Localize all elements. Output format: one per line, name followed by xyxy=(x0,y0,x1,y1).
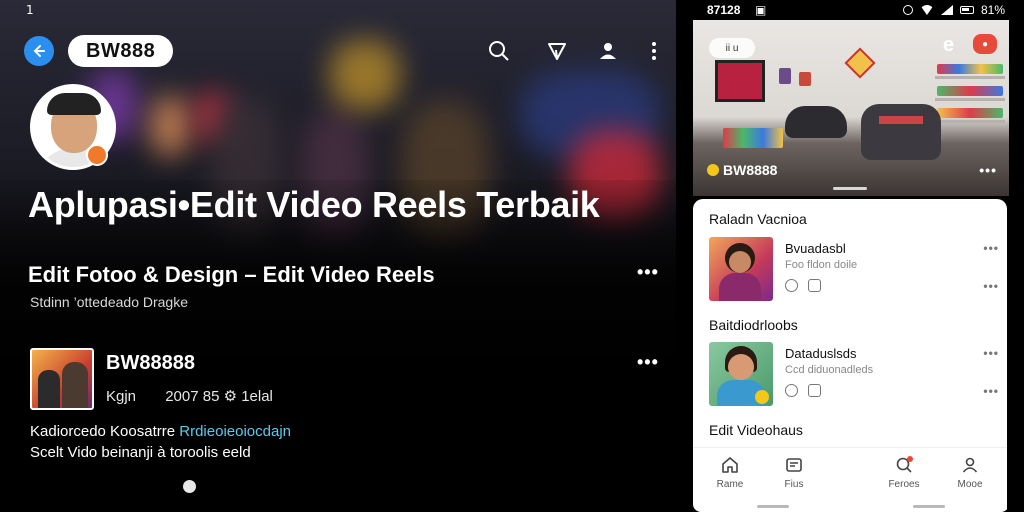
account-name[interactable]: BW88888 xyxy=(106,352,195,375)
share-icon[interactable] xyxy=(808,279,821,292)
nav-inbox[interactable]: Fius xyxy=(769,456,819,490)
description-link[interactable]: Rrdieoieoiocdajn xyxy=(179,423,291,440)
section-title-2: Baitdiodrloobs xyxy=(709,317,798,333)
list-item[interactable]: Bvuadasbl Foo fldon doile ••• ••• xyxy=(709,237,999,305)
hero-brand-label: BW8888 xyxy=(723,162,778,178)
hero-brand[interactable]: BW8888 xyxy=(707,162,777,178)
nav-label: Mooe xyxy=(957,479,983,490)
list-item-title: Dataduslsds xyxy=(785,346,857,361)
list-item-thumbnail xyxy=(709,237,773,301)
profile-icon xyxy=(961,456,979,474)
arrow-left-icon xyxy=(33,45,45,57)
section-title-3: Edit Videohaus xyxy=(709,422,803,438)
search-icon[interactable] xyxy=(486,38,512,64)
right-screen: 87128 ▣ 81% ii u e ● BW8888 ••• Raladn V… xyxy=(693,0,1009,512)
alarm-icon-right xyxy=(902,5,913,15)
tv-art xyxy=(715,60,765,102)
list-item-title: Bvuadasbl xyxy=(785,241,846,256)
page-title: Aplupasi•Edit Video Reels Terbaik xyxy=(28,184,600,225)
nav-label: Feroes xyxy=(888,479,920,490)
system-nav-bar xyxy=(693,503,1007,512)
left-screen: 1 83% BW888 xyxy=(0,0,676,512)
wifi-icon-right xyxy=(919,5,934,15)
coin-icon xyxy=(707,164,719,176)
section-subtitle: Stdinn ’ottedeado Dragke xyxy=(30,294,188,310)
hero-image[interactable]: ii u e ● BW8888 ••• xyxy=(693,20,1009,196)
share-icon[interactable] xyxy=(808,384,821,397)
section-title: Edit Fotoo & Design – Edit Video Reels xyxy=(28,262,435,287)
nav-profile[interactable]: Mooe xyxy=(945,456,995,490)
description-line-1: Kadiorcedo Koosatrre Rrdieoieoiocdajn xyxy=(30,423,291,440)
status-bar: 1 83% xyxy=(0,0,676,22)
gradient-overlay xyxy=(0,180,676,512)
list-item-more-icon-2[interactable]: ••• xyxy=(983,279,999,293)
drag-handle[interactable] xyxy=(833,187,867,190)
account-thumbnail[interactable] xyxy=(30,348,94,410)
account-more-icon[interactable]: ••• xyxy=(637,352,659,373)
hero-more-icon[interactable]: ••• xyxy=(979,162,997,178)
edit-icon[interactable]: e xyxy=(943,34,954,57)
account-pill[interactable]: BW888 xyxy=(68,35,174,67)
section-title-1: Raladn Vacnioa xyxy=(709,211,807,227)
notification-icon[interactable]: ● xyxy=(973,34,997,54)
page-indicator xyxy=(183,480,196,493)
nav-label: Fius xyxy=(784,479,804,490)
list-item-thumbnail xyxy=(709,342,773,406)
list-item-more-icon[interactable]: ••• xyxy=(983,346,999,360)
back-button[interactable] xyxy=(24,36,54,66)
list-item-subtitle: Ccd diduonadleds xyxy=(785,364,874,376)
battery-icon-right xyxy=(959,6,974,14)
car-image-2 xyxy=(861,104,941,160)
signal-icon-right xyxy=(940,5,953,15)
description-text: Kadiorcedo Koosatrre xyxy=(30,423,180,440)
wall-sign xyxy=(844,47,876,79)
status-bar-right: 87128 ▣ 81% xyxy=(693,0,1009,20)
more-options-icon[interactable]: ••• xyxy=(637,262,659,283)
bottom-nav: Rame Fius Feroes Mooe xyxy=(693,447,1007,501)
list-item-more-icon-2[interactable]: ••• xyxy=(983,384,999,398)
status-time-right: 87128 xyxy=(707,3,741,17)
nav-search[interactable]: Feroes xyxy=(879,456,929,490)
send-icon[interactable] xyxy=(544,38,570,64)
home-icon xyxy=(721,456,739,474)
more-vertical-icon[interactable] xyxy=(641,38,667,64)
description-line-2: Scelt Vido beinanji à toroolis eeld xyxy=(30,444,251,461)
account-meta: Kgjn 2007 85 ⚙ 1elal xyxy=(106,388,273,405)
nav-home[interactable]: Rame xyxy=(705,456,755,490)
battery-text-right: 81% xyxy=(980,3,1005,17)
car-image-1 xyxy=(785,106,847,138)
nav-label: Rame xyxy=(716,479,744,490)
info-icon[interactable] xyxy=(785,279,798,292)
edit-badge-icon[interactable] xyxy=(86,144,108,166)
top-bar: BW888 xyxy=(0,30,676,74)
lock-icon: ▣ xyxy=(755,3,767,17)
list-item-subtitle: Foo fldon doile xyxy=(785,259,858,271)
status-time: 1 xyxy=(26,3,34,17)
list-item-more-icon[interactable]: ••• xyxy=(983,241,999,255)
screenshot-stage: 1 83% BW888 xyxy=(0,0,1024,512)
info-icon[interactable] xyxy=(785,384,798,397)
add-user-icon[interactable] xyxy=(595,38,621,64)
search-icon xyxy=(895,456,913,474)
list-item[interactable]: Dataduslsds Ccd diduonadleds ••• ••• xyxy=(709,342,999,410)
inbox-icon xyxy=(785,456,803,474)
hero-tag[interactable]: ii u xyxy=(709,38,755,58)
